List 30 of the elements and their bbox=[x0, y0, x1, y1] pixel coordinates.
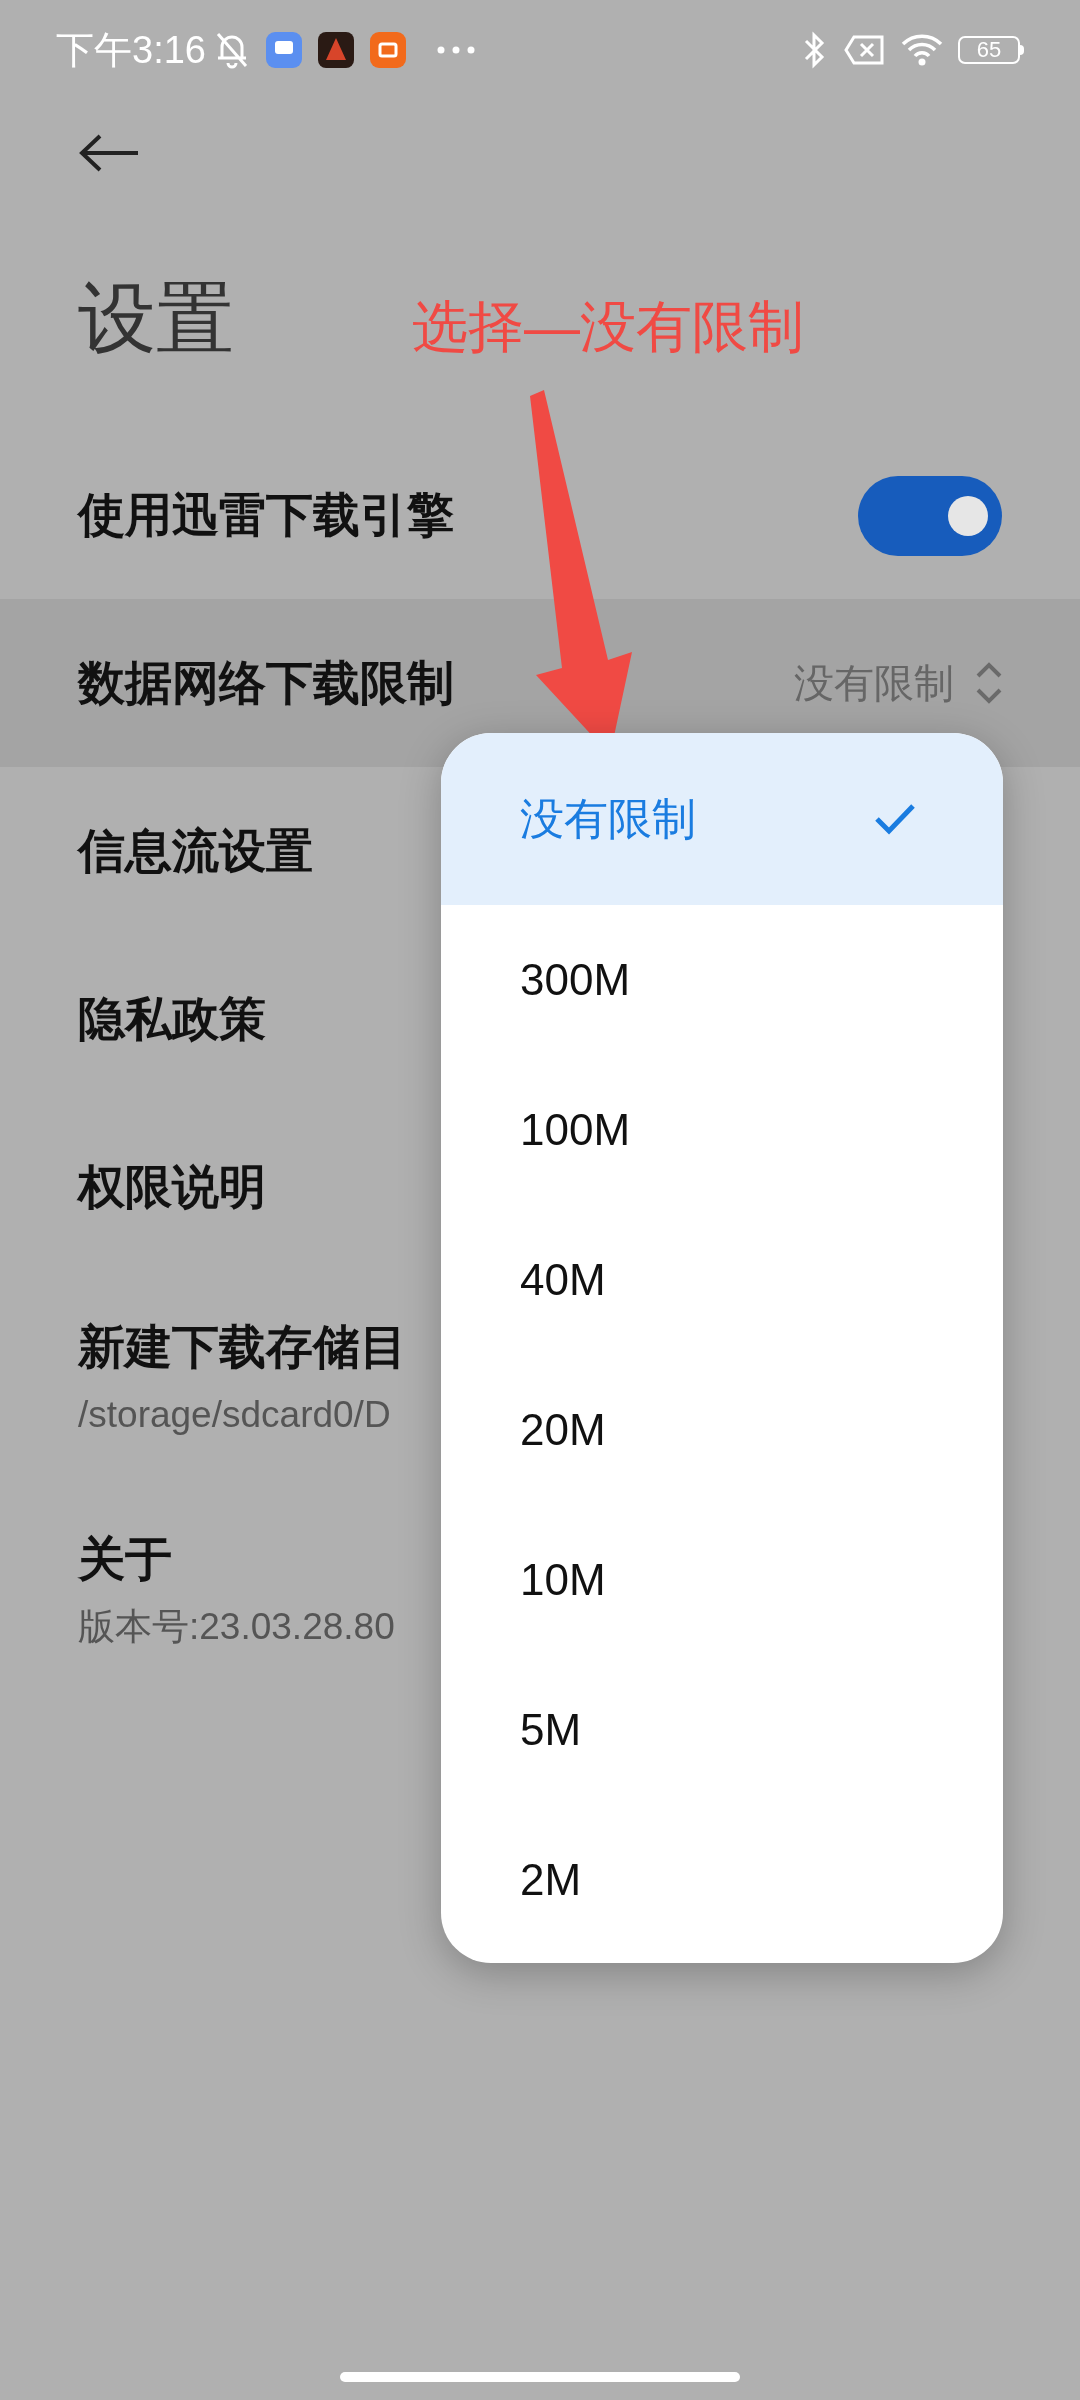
page-title: 设置 bbox=[78, 273, 234, 364]
menu-option[interactable]: 5M bbox=[441, 1655, 1003, 1805]
menu-option[interactable]: 10M bbox=[441, 1505, 1003, 1655]
setting-label: 关于 bbox=[78, 1531, 172, 1587]
menu-option[interactable]: 没有限制 bbox=[441, 733, 1003, 905]
app-icon bbox=[265, 32, 302, 68]
setting-label: 隐私政策 bbox=[78, 990, 266, 1047]
setting-label: 新建下载存储目 bbox=[78, 1319, 407, 1375]
setting-value: 没有限制 bbox=[794, 660, 954, 707]
setting-label: 数据网络下载限制 bbox=[78, 654, 454, 711]
app-icon bbox=[369, 32, 406, 68]
status-time: 下午3:16 bbox=[56, 27, 206, 73]
menu-option[interactable]: 20M bbox=[441, 1355, 1003, 1505]
sim-off-icon bbox=[844, 35, 884, 65]
check-icon bbox=[873, 802, 917, 836]
back-button[interactable] bbox=[78, 132, 140, 173]
menu-option[interactable]: 40M bbox=[441, 1205, 1003, 1355]
app-icon bbox=[317, 32, 354, 68]
setting-subtitle: /storage/sdcard0/D bbox=[78, 1392, 391, 1437]
setting-label: 使用迅雷下载引擎 bbox=[78, 487, 454, 544]
more-icon bbox=[435, 45, 476, 55]
setting-label: 权限说明 bbox=[78, 1158, 266, 1215]
chevron-up-down-icon bbox=[974, 660, 1004, 706]
wifi-icon bbox=[900, 33, 944, 67]
setting-label: 信息流设置 bbox=[78, 822, 313, 879]
menu-option[interactable]: 100M bbox=[441, 1055, 1003, 1205]
setting-subtitle: 版本号:23.03.28.80 bbox=[78, 1604, 395, 1649]
annotation-text: 选择—没有限制 bbox=[412, 294, 804, 360]
menu-option[interactable]: 2M bbox=[441, 1805, 1003, 1955]
menu-option[interactable]: 300M bbox=[441, 905, 1003, 1055]
